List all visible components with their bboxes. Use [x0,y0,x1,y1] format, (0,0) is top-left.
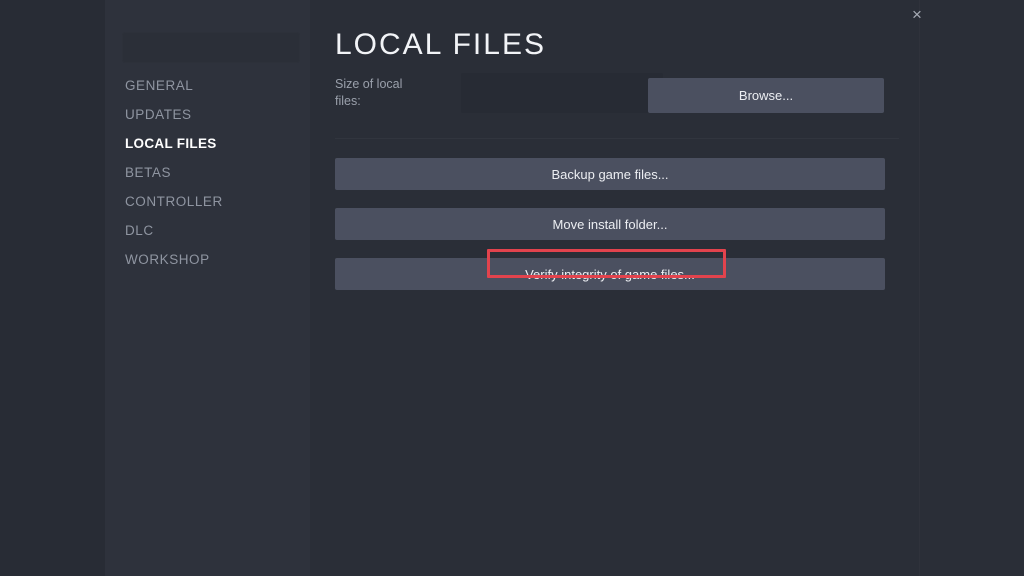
content-panel: × LOCAL FILES Size of local files: Brows… [310,0,1024,576]
scrollbar-track[interactable] [919,0,920,576]
sidebar-item-updates[interactable]: UPDATES [105,100,310,129]
sidebar-nav: GENERAL UPDATES LOCAL FILES BETAS CONTRO… [105,71,310,274]
size-of-local-files-value [461,73,663,113]
sidebar-search-input[interactable] [122,32,300,63]
size-of-local-files-label: Size of local files: [335,77,403,108]
move-install-folder-button[interactable]: Move install folder... [335,208,885,240]
steam-game-properties-window: GENERAL UPDATES LOCAL FILES BETAS CONTRO… [0,0,1024,576]
browse-button[interactable]: Browse... [648,78,884,113]
sidebar: GENERAL UPDATES LOCAL FILES BETAS CONTRO… [105,0,310,576]
close-icon[interactable]: × [898,0,936,28]
sidebar-item-dlc[interactable]: DLC [105,216,310,245]
sidebar-item-workshop[interactable]: WORKSHOP [105,245,310,274]
verify-integrity-of-game-files-button[interactable]: Verify integrity of game files... [335,258,885,290]
section-divider [335,138,899,139]
backup-game-files-button[interactable]: Backup game files... [335,158,885,190]
sidebar-item-betas[interactable]: BETAS [105,158,310,187]
sidebar-item-general[interactable]: GENERAL [105,71,310,100]
sidebar-item-local-files[interactable]: LOCAL FILES [105,129,310,158]
page-title: LOCAL FILES [335,28,546,61]
sidebar-item-controller[interactable]: CONTROLLER [105,187,310,216]
left-gutter [0,0,105,576]
